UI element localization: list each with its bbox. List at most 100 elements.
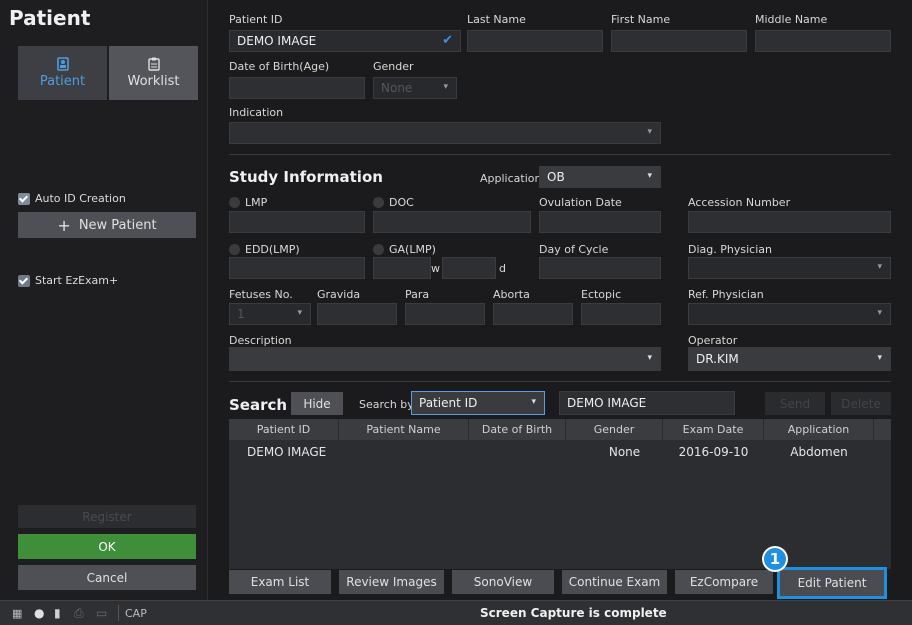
monitor-icon: ▭ xyxy=(96,606,108,620)
chevron-down-icon: ▾ xyxy=(647,127,652,137)
tab-worklist-label: Worklist xyxy=(127,74,180,89)
fetuses-value: 1 xyxy=(237,307,245,321)
ga-days-input[interactable] xyxy=(442,257,496,279)
column-header[interactable]: Exam Date xyxy=(663,419,764,440)
auto-id-checkbox[interactable]: Auto ID Creation xyxy=(18,192,126,205)
new-patient-button[interactable]: + New Patient xyxy=(18,212,196,238)
operator-label: Operator xyxy=(688,334,738,347)
middle-name-input[interactable] xyxy=(755,30,891,52)
first-name-label: First Name xyxy=(611,13,671,26)
search-query-input[interactable]: DEMO IMAGE xyxy=(559,391,735,415)
checkmark-icon: ✔ xyxy=(442,33,453,48)
dob-label: Date of Birth(Age) xyxy=(229,60,330,73)
delete-button[interactable]: Delete xyxy=(831,392,891,415)
search-query-value: DEMO IMAGE xyxy=(567,396,647,410)
accession-label: Accession Number xyxy=(688,196,791,209)
cancel-button[interactable]: Cancel xyxy=(18,565,196,590)
patient-id-label: Patient ID xyxy=(229,13,283,26)
ovulation-label: Ovulation Date xyxy=(539,196,622,209)
ref-physician-select[interactable]: ▾ xyxy=(688,303,891,325)
ok-button[interactable]: OK xyxy=(18,534,196,559)
diag-physician-select[interactable]: ▾ xyxy=(688,257,891,279)
column-header[interactable]: Application xyxy=(764,419,874,440)
description-select[interactable]: ▾ xyxy=(229,347,661,371)
radio-icon xyxy=(373,197,384,208)
doc-input[interactable] xyxy=(373,211,531,233)
edit-patient-button[interactable]: Edit Patient xyxy=(777,567,887,599)
description-label: Description xyxy=(229,334,292,347)
register-label: Register xyxy=(82,509,132,524)
lmp-input[interactable] xyxy=(229,211,365,233)
indication-select[interactable]: ▾ xyxy=(229,122,661,144)
cell-patient-id: DEMO IMAGE xyxy=(247,445,327,459)
review-images-button[interactable]: Review Images xyxy=(339,570,444,594)
ovulation-input[interactable] xyxy=(539,211,661,233)
edd-input[interactable] xyxy=(229,257,365,279)
cell-patient-name xyxy=(339,442,469,462)
patient-id-value: DEMO IMAGE xyxy=(237,34,317,48)
chevron-down-icon: ▾ xyxy=(877,262,882,272)
checkbox-checked-icon xyxy=(18,274,30,287)
table-row[interactable]: DEMO IMAGE None 2016-09-10 Abdomen xyxy=(229,442,891,462)
plus-icon: + xyxy=(57,215,71,235)
panel-title: Patient xyxy=(9,6,91,30)
ga-radio[interactable]: GA(LMP) xyxy=(373,243,436,256)
para-input[interactable] xyxy=(405,303,485,325)
operator-value: DR.KIM xyxy=(696,352,739,366)
gender-select[interactable]: None ▾ xyxy=(373,77,457,99)
radio-icon xyxy=(229,244,240,255)
tab-patient-label: Patient xyxy=(39,74,86,89)
aborta-input[interactable] xyxy=(493,303,573,325)
send-label: Send xyxy=(779,396,811,411)
search-by-label: Search by xyxy=(359,398,414,411)
caps-lock-indicator: CAP xyxy=(125,607,147,620)
last-name-input[interactable] xyxy=(467,30,603,52)
callout-number: 1 xyxy=(764,548,786,570)
network-icon: ▦ xyxy=(12,607,23,620)
operator-select[interactable]: DR.KIM ▾ xyxy=(688,347,891,371)
ectopic-input[interactable] xyxy=(581,303,661,325)
radio-icon xyxy=(229,197,240,208)
search-by-select[interactable]: Patient ID ▾ xyxy=(411,391,545,415)
tab-patient[interactable]: Patient xyxy=(18,46,107,100)
sonoview-button[interactable]: SonoView xyxy=(452,570,554,594)
cell-exam-date: 2016-09-10 xyxy=(678,445,749,459)
fetuses-select[interactable]: 1 ▾ xyxy=(229,303,311,325)
start-ezexam-label: Start EzExam+ xyxy=(35,274,119,287)
callout-badge: 1 xyxy=(762,546,788,572)
exam-list-button[interactable]: Exam List xyxy=(229,570,331,594)
worklist-icon xyxy=(147,57,160,71)
divider xyxy=(118,605,119,621)
send-button[interactable]: Send xyxy=(765,392,825,415)
application-select[interactable]: OB ▾ xyxy=(539,166,661,188)
hide-button[interactable]: Hide xyxy=(291,392,343,415)
column-header[interactable]: Patient ID xyxy=(229,419,339,440)
ga-label: GA(LMP) xyxy=(389,243,436,256)
column-header[interactable]: Gender xyxy=(566,419,663,440)
ezcompare-button[interactable]: EzCompare xyxy=(675,570,773,594)
gravida-input[interactable] xyxy=(317,303,397,325)
chevron-down-icon: ▾ xyxy=(531,397,536,407)
dob-input[interactable] xyxy=(229,77,365,99)
tab-worklist[interactable]: Worklist xyxy=(109,46,198,100)
cycle-label: Day of Cycle xyxy=(539,243,609,256)
last-name-label: Last Name xyxy=(467,13,526,26)
accession-input[interactable] xyxy=(688,211,891,233)
doc-radio[interactable]: DOC xyxy=(373,196,414,209)
patient-icon xyxy=(56,57,69,71)
start-ezexam-checkbox[interactable]: Start EzExam+ xyxy=(18,274,118,287)
first-name-input[interactable] xyxy=(611,30,747,52)
continue-exam-button[interactable]: Continue Exam xyxy=(562,570,667,594)
patient-id-input[interactable]: DEMO IMAGE ✔ xyxy=(229,30,461,52)
column-header[interactable]: Patient Name xyxy=(339,419,469,440)
register-button[interactable]: Register xyxy=(18,505,196,528)
column-header[interactable]: Date of Birth xyxy=(469,419,566,440)
edd-radio[interactable]: EDD(LMP) xyxy=(229,243,300,256)
lmp-radio[interactable]: LMP xyxy=(229,196,267,209)
new-patient-label: New Patient xyxy=(78,217,157,233)
cycle-input[interactable] xyxy=(539,257,661,279)
record-icon: ● xyxy=(34,606,45,620)
cell-gender: None xyxy=(608,445,641,459)
ga-weeks-input[interactable] xyxy=(373,257,431,279)
cell-dob xyxy=(469,442,566,462)
